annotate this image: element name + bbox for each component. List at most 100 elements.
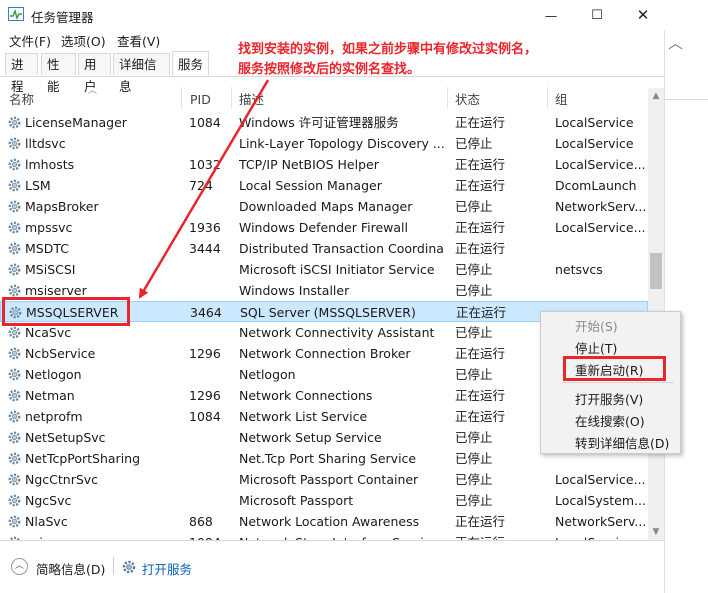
table-row[interactable]: MSiSCSI Microsoft iSCSI Initiator Service… [0, 259, 648, 280]
cell-pid: 1296 [189, 346, 221, 361]
cell-status: 正在运行 [455, 514, 506, 529]
cell-name: MSiSCSI [25, 262, 76, 277]
scroll-up-arrow-icon[interactable]: ▲ [648, 88, 664, 104]
cell-group [555, 280, 647, 301]
background-window-divider [664, 99, 708, 100]
cell-pid [189, 490, 233, 511]
cell-description: Downloaded Maps Manager [239, 199, 413, 214]
cell-group: LocalSystem... [555, 493, 646, 508]
highlight-box-mssqlserver [2, 297, 130, 326]
cell-status: 正在运行 [455, 241, 506, 256]
cell-group: LocalService [555, 115, 634, 130]
open-services-link[interactable]: 打开服务 [142, 559, 192, 578]
table-row[interactable]: MSDTC 3444 Distributed Transaction Coordin… [0, 238, 648, 259]
cell-status: 正在运行 [455, 388, 506, 403]
cell-pid: 3444 [189, 241, 221, 256]
cell-name: NlaSvc [25, 514, 68, 529]
cell-pid: 724 [189, 178, 213, 193]
cell-pid [189, 448, 233, 469]
cell-group: LocalService... [555, 157, 646, 172]
cell-group: NetworkServ... [555, 514, 647, 529]
cell-description: Network Connections [239, 388, 373, 403]
services-gear-icon [122, 560, 136, 574]
context-menu-start[interactable]: 开始(S) [575, 316, 618, 335]
cell-status: 已停止 [455, 430, 493, 445]
cell-name: mpssvc [25, 220, 73, 235]
chevron-up-icon: ︿ [668, 34, 684, 52]
cell-name: NcbService [25, 346, 96, 361]
context-menu-go-to-details[interactable]: 转到详细信息(D) [575, 433, 669, 452]
cell-pid [189, 322, 233, 343]
cell-status: 已停止 [455, 493, 493, 508]
cell-status: 已停止 [455, 325, 493, 340]
fewer-details-button[interactable]: 简略信息(D) [36, 559, 105, 578]
table-row[interactable]: NgcSvc Microsoft Passport 已停止 LocalSystem..… [0, 490, 648, 511]
cell-group: LocalService... [555, 220, 646, 235]
table-row[interactable]: nsi 1084 Network Store Interface Service 正在… [0, 532, 648, 540]
cell-name: Netlogon [25, 367, 82, 382]
cell-name: lmhosts [25, 157, 75, 172]
cell-pid: 3464 [190, 305, 222, 320]
table-row[interactable]: LicenseManager 1084 Windows 许可证管理器服务 正在运行 Lo… [0, 112, 648, 133]
cell-description: Windows 许可证管理器服务 [239, 115, 399, 130]
cell-status: 正在运行 [455, 157, 506, 172]
cell-pid [189, 280, 233, 301]
table-row[interactable]: MapsBroker Downloaded Maps Manager 已停止 Netw… [0, 196, 648, 217]
cell-group: netsvcs [555, 262, 603, 277]
cell-description: Network Connection Broker [239, 346, 411, 361]
table-row[interactable]: mpssvc 1936 Windows Defender Firewall 正在运行 L… [0, 217, 648, 238]
cell-description: Network Store Interface Service [239, 532, 445, 540]
cell-status: 已停止 [455, 262, 493, 277]
footer-divider [113, 557, 114, 575]
cell-name: netprofm [25, 409, 83, 424]
cell-pid [189, 469, 233, 490]
cell-status: 正在运行 [455, 115, 506, 130]
cell-status: 已停止 [455, 451, 493, 466]
cell-description: Windows Installer [239, 283, 350, 298]
cell-pid [189, 259, 233, 280]
cell-pid [189, 196, 233, 217]
cell-pid [189, 364, 233, 385]
highlight-box-restart [563, 356, 666, 381]
scroll-down-arrow-icon[interactable]: ▼ [648, 524, 664, 540]
cell-pid: 1084 [189, 115, 221, 130]
cell-name: lltdsvc [25, 136, 66, 151]
chevron-up-circle-icon[interactable]: ︿ [11, 558, 28, 575]
cell-group [555, 238, 647, 259]
cell-name: MapsBroker [25, 199, 99, 214]
cell-description: Link-Layer Topology Discovery ... [239, 136, 445, 151]
cell-pid: 1084 [189, 532, 233, 540]
cell-name: Netman [25, 388, 75, 403]
table-row[interactable]: NgcCtnrSvc Microsoft Passport Container 已停… [0, 469, 648, 490]
cell-description: Network List Service [239, 409, 368, 424]
cell-pid: 1032 [189, 157, 221, 172]
context-menu-open-services[interactable]: 打开服务(V) [575, 389, 643, 408]
context-menu-separator [562, 382, 674, 383]
cell-name: NetSetupSvc [25, 430, 106, 445]
cell-status: 已停止 [455, 472, 493, 487]
context-menu-stop[interactable]: 停止(T) [575, 338, 617, 357]
cell-status: 已停止 [455, 199, 493, 214]
cell-group: NetworkServ... [555, 199, 647, 214]
cell-description: Local Session Manager [239, 178, 382, 193]
cell-status: 正在运行 [456, 305, 507, 320]
cell-group: LocalService... [555, 532, 647, 540]
table-row[interactable]: lmhosts 1032 TCP/IP NetBIOS Helper 正在运行 Loca… [0, 154, 648, 175]
cell-name: MSDTC [25, 241, 69, 256]
context-menu-search-online[interactable]: 在线搜索(O) [575, 411, 645, 430]
annotation-line-1: 找到安装的实例，如果之前步骤中有修改过实例名， [238, 42, 538, 57]
cell-name: nsi [25, 532, 180, 540]
cell-name: LSM [25, 178, 51, 193]
cell-group: LocalService [555, 136, 634, 151]
cell-pid [189, 427, 233, 448]
cell-status: 正在运行 [455, 220, 506, 235]
scrollbar-thumb[interactable] [650, 253, 662, 289]
cell-group: LocalService... [555, 472, 646, 487]
table-row[interactable]: NlaSvc 868 Network Location Awareness 正在运行 N… [0, 511, 648, 532]
cell-pid: 1084 [189, 409, 221, 424]
table-row[interactable]: lltdsvc Link-Layer Topology Discovery ...… [0, 133, 648, 154]
cell-status: 正在运行 [455, 409, 506, 424]
cell-name: LicenseManager [25, 115, 127, 130]
cell-status: 正在运行 [455, 346, 506, 361]
table-row[interactable]: LSM 724 Local Session Manager 正在运行 DcomLaunc… [0, 175, 648, 196]
